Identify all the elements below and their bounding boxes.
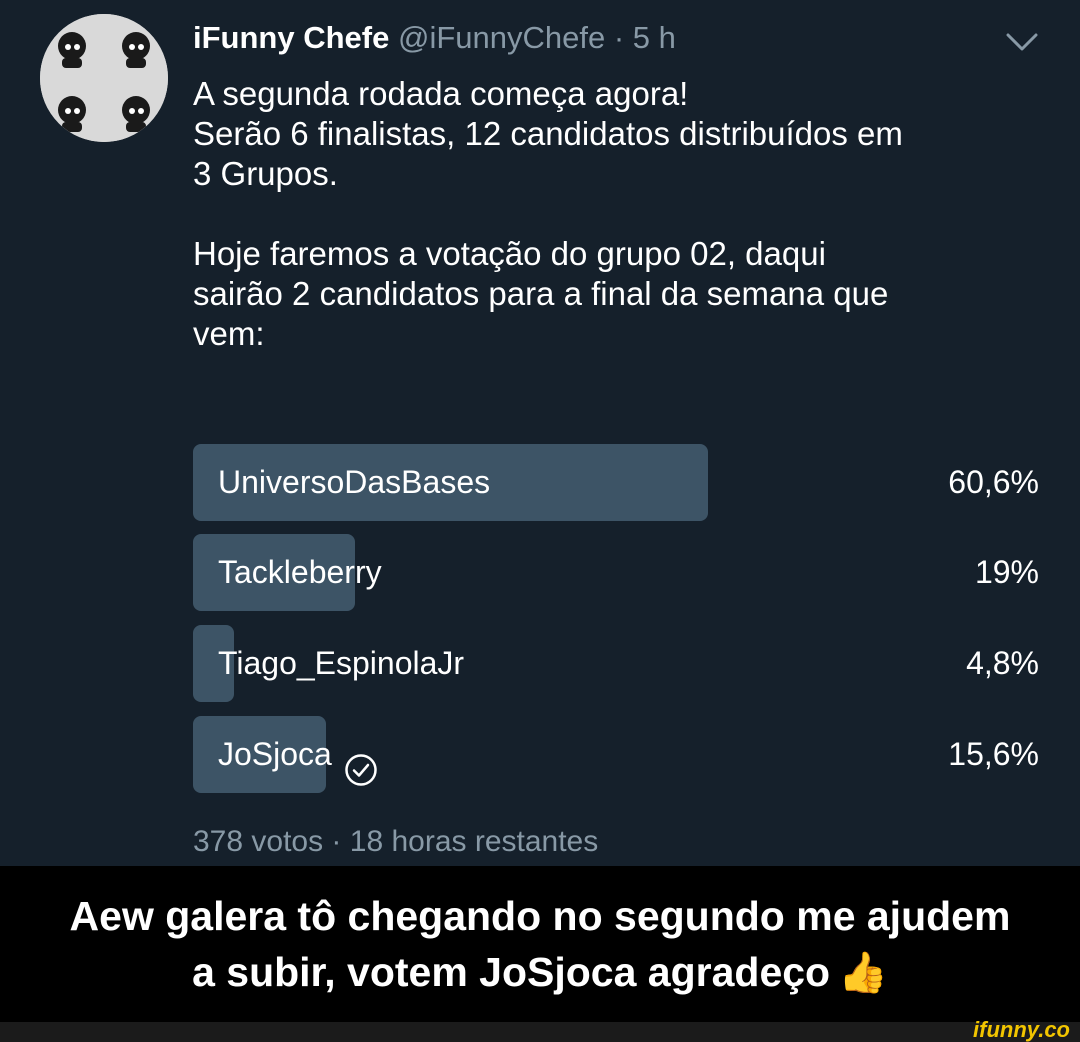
avatar-image bbox=[40, 14, 168, 142]
poll-option-percent: 60,6% bbox=[948, 464, 1039, 500]
poll-option-label: UniversoDasBases bbox=[218, 464, 491, 500]
author-handle[interactable]: @iFunnyChefe bbox=[398, 20, 605, 55]
poll-option-label-wrap: UniversoDasBases bbox=[218, 444, 490, 521]
chevron-down-icon[interactable] bbox=[1002, 22, 1042, 62]
author-name[interactable]: iFunny Chefe bbox=[193, 20, 389, 55]
poll-option-percent: 4,8% bbox=[966, 645, 1039, 681]
caption-line-1: Aew galera tô chegando no segundo me aju… bbox=[69, 892, 1011, 939]
poll-option-label: Tiago_EspinolaJr bbox=[218, 645, 465, 681]
tweet-card: iFunny Chefe @iFunnyChefe · 5 h A segund… bbox=[0, 0, 1080, 866]
poll-option[interactable]: UniversoDasBases 60,6% bbox=[193, 444, 1043, 521]
thumbs-up-icon: 👍 bbox=[838, 950, 888, 995]
poll-option-label-wrap: JoSjoca bbox=[218, 716, 378, 793]
caption-line-2-wrap: a subir, votem JoSjoca agradeço 👍 bbox=[192, 944, 888, 1001]
poll-option-label: Tackleberry bbox=[218, 554, 382, 590]
ifunny-watermark: ifunny.co bbox=[973, 1017, 1070, 1042]
poll-option[interactable]: Tiago_EspinolaJr 4,8% bbox=[193, 625, 1043, 702]
poll-footer: 378 votos · 18 horas restantes bbox=[193, 825, 599, 858]
tweet-header: iFunny Chefe @iFunnyChefe · 5 h bbox=[193, 16, 676, 60]
caption-line-2: a subir, votem JoSjoca agradeço bbox=[192, 948, 831, 995]
poll-option[interactable]: JoSjoca 15,6% bbox=[193, 716, 1043, 793]
poll-option-percent: 19% bbox=[974, 554, 1039, 590]
header-separator: · bbox=[605, 20, 633, 55]
footer-bar: ifunny.co bbox=[0, 1018, 1080, 1042]
tweet-time[interactable]: 5 h bbox=[633, 20, 676, 55]
poll-option[interactable]: Tackleberry 19% bbox=[193, 534, 1043, 611]
poll-option-label-wrap: Tiago_EspinolaJr bbox=[218, 625, 464, 702]
poll-option-label-wrap: Tackleberry bbox=[218, 534, 382, 611]
meme-caption: Aew galera tô chegando no segundo me aju… bbox=[0, 866, 1080, 1022]
poll-option-percent: 15,6% bbox=[948, 736, 1039, 772]
avatar[interactable] bbox=[40, 14, 168, 142]
tweet-text: A segunda rodada começa agora! Serão 6 f… bbox=[193, 75, 903, 352]
poll-option-label: JoSjoca bbox=[218, 736, 332, 772]
check-circle-icon bbox=[344, 738, 378, 786]
